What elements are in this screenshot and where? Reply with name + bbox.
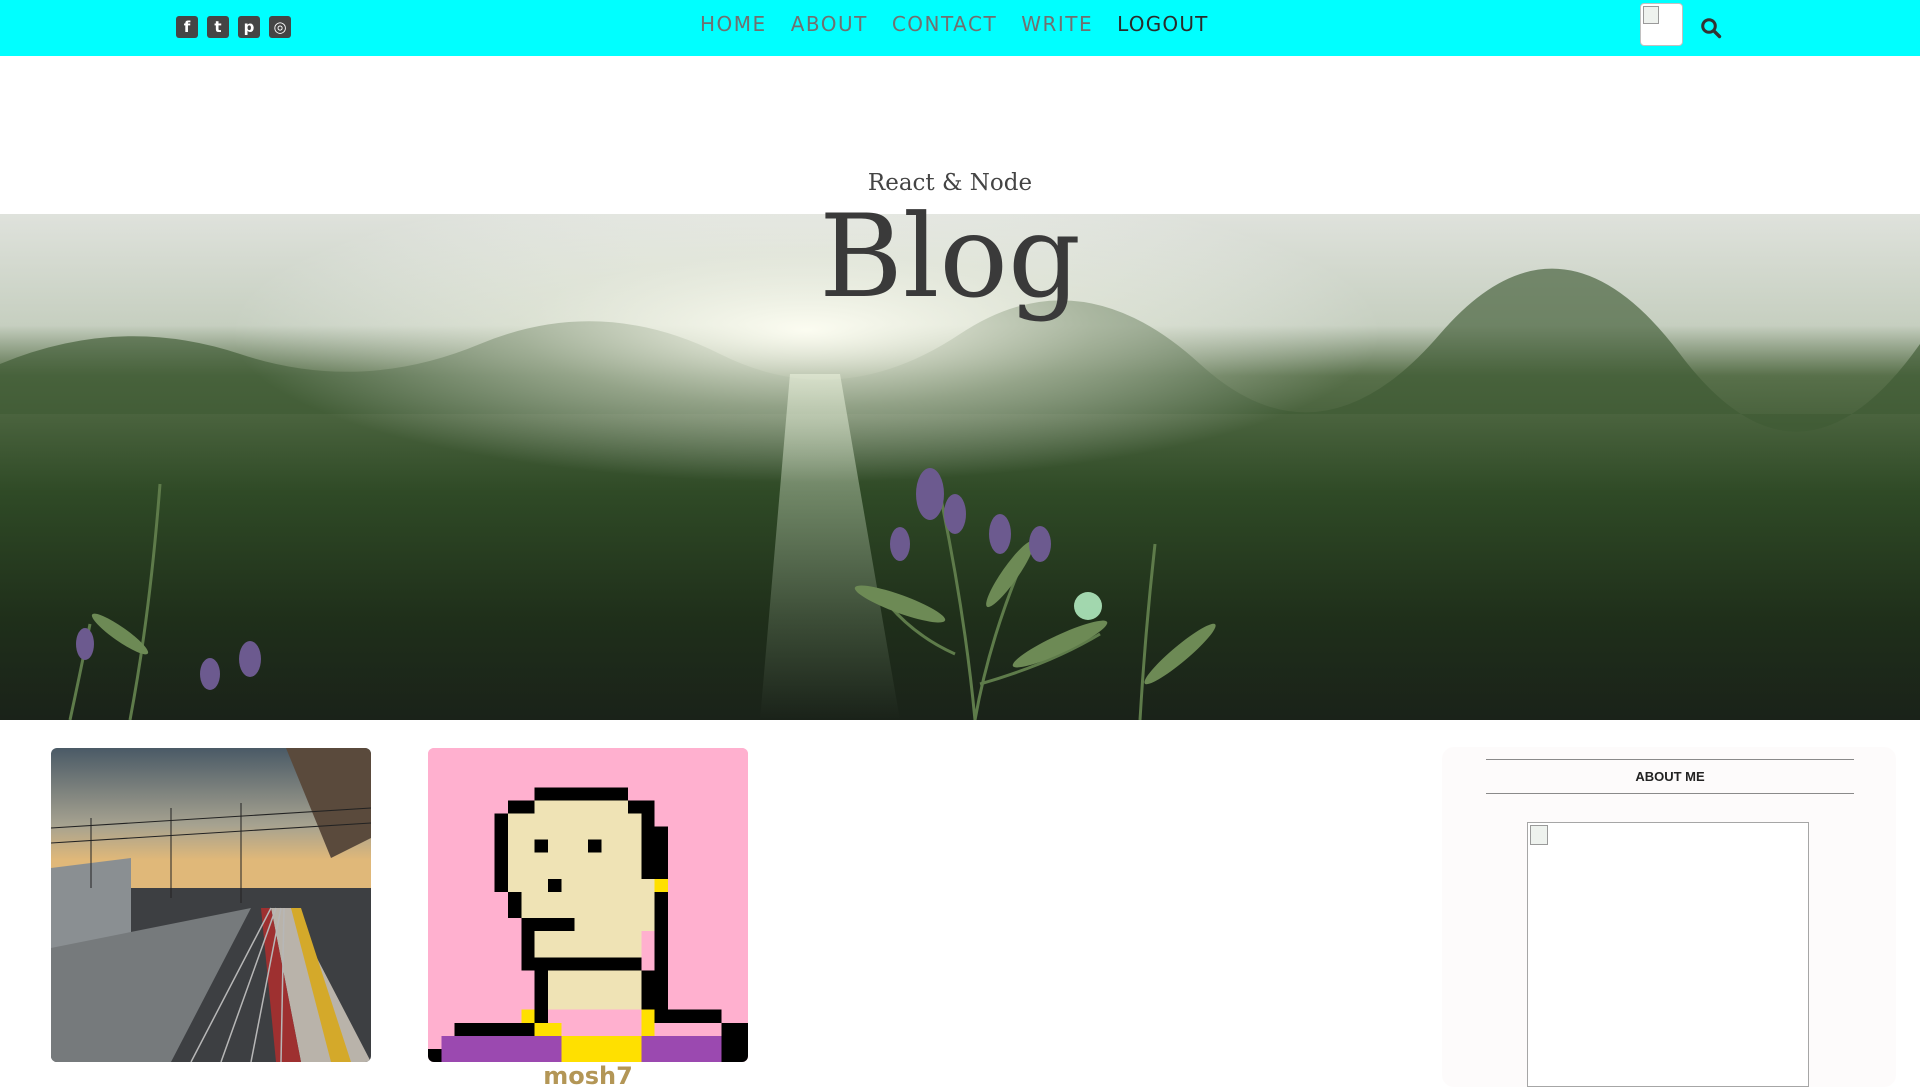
user-avatar[interactable] [1640,3,1683,46]
nav-about[interactable]: ABOUT [791,12,868,36]
facebook-square-icon[interactable]: f [176,16,198,38]
sidebar-about-image [1527,822,1809,1087]
post-image-pixel-avatar[interactable] [428,748,748,1062]
nav-home[interactable]: HOME [700,12,767,36]
header-title: Blog [819,190,1081,323]
post-author[interactable]: mosh7 [428,1062,748,1090]
social-links: f t p ◎ [176,16,291,38]
pinterest-square-icon[interactable]: p [238,16,260,38]
top-bar: f t p ◎ HOME ABOUT CONTACT WRITE LOGOUT [0,0,1920,56]
main-nav: HOME ABOUT CONTACT WRITE LOGOUT [700,12,1209,36]
post-image-railway[interactable] [51,748,371,1062]
nav-logout[interactable]: LOGOUT [1117,12,1208,36]
nav-contact[interactable]: CONTACT [892,12,997,36]
instagram-icon[interactable]: ◎ [269,16,291,38]
search-icon[interactable] [1700,17,1722,39]
sidebar: ABOUT ME [1442,747,1896,1087]
sidebar-title: ABOUT ME [1486,759,1854,794]
twitter-square-icon[interactable]: t [207,16,229,38]
nav-write[interactable]: WRITE [1021,12,1093,36]
